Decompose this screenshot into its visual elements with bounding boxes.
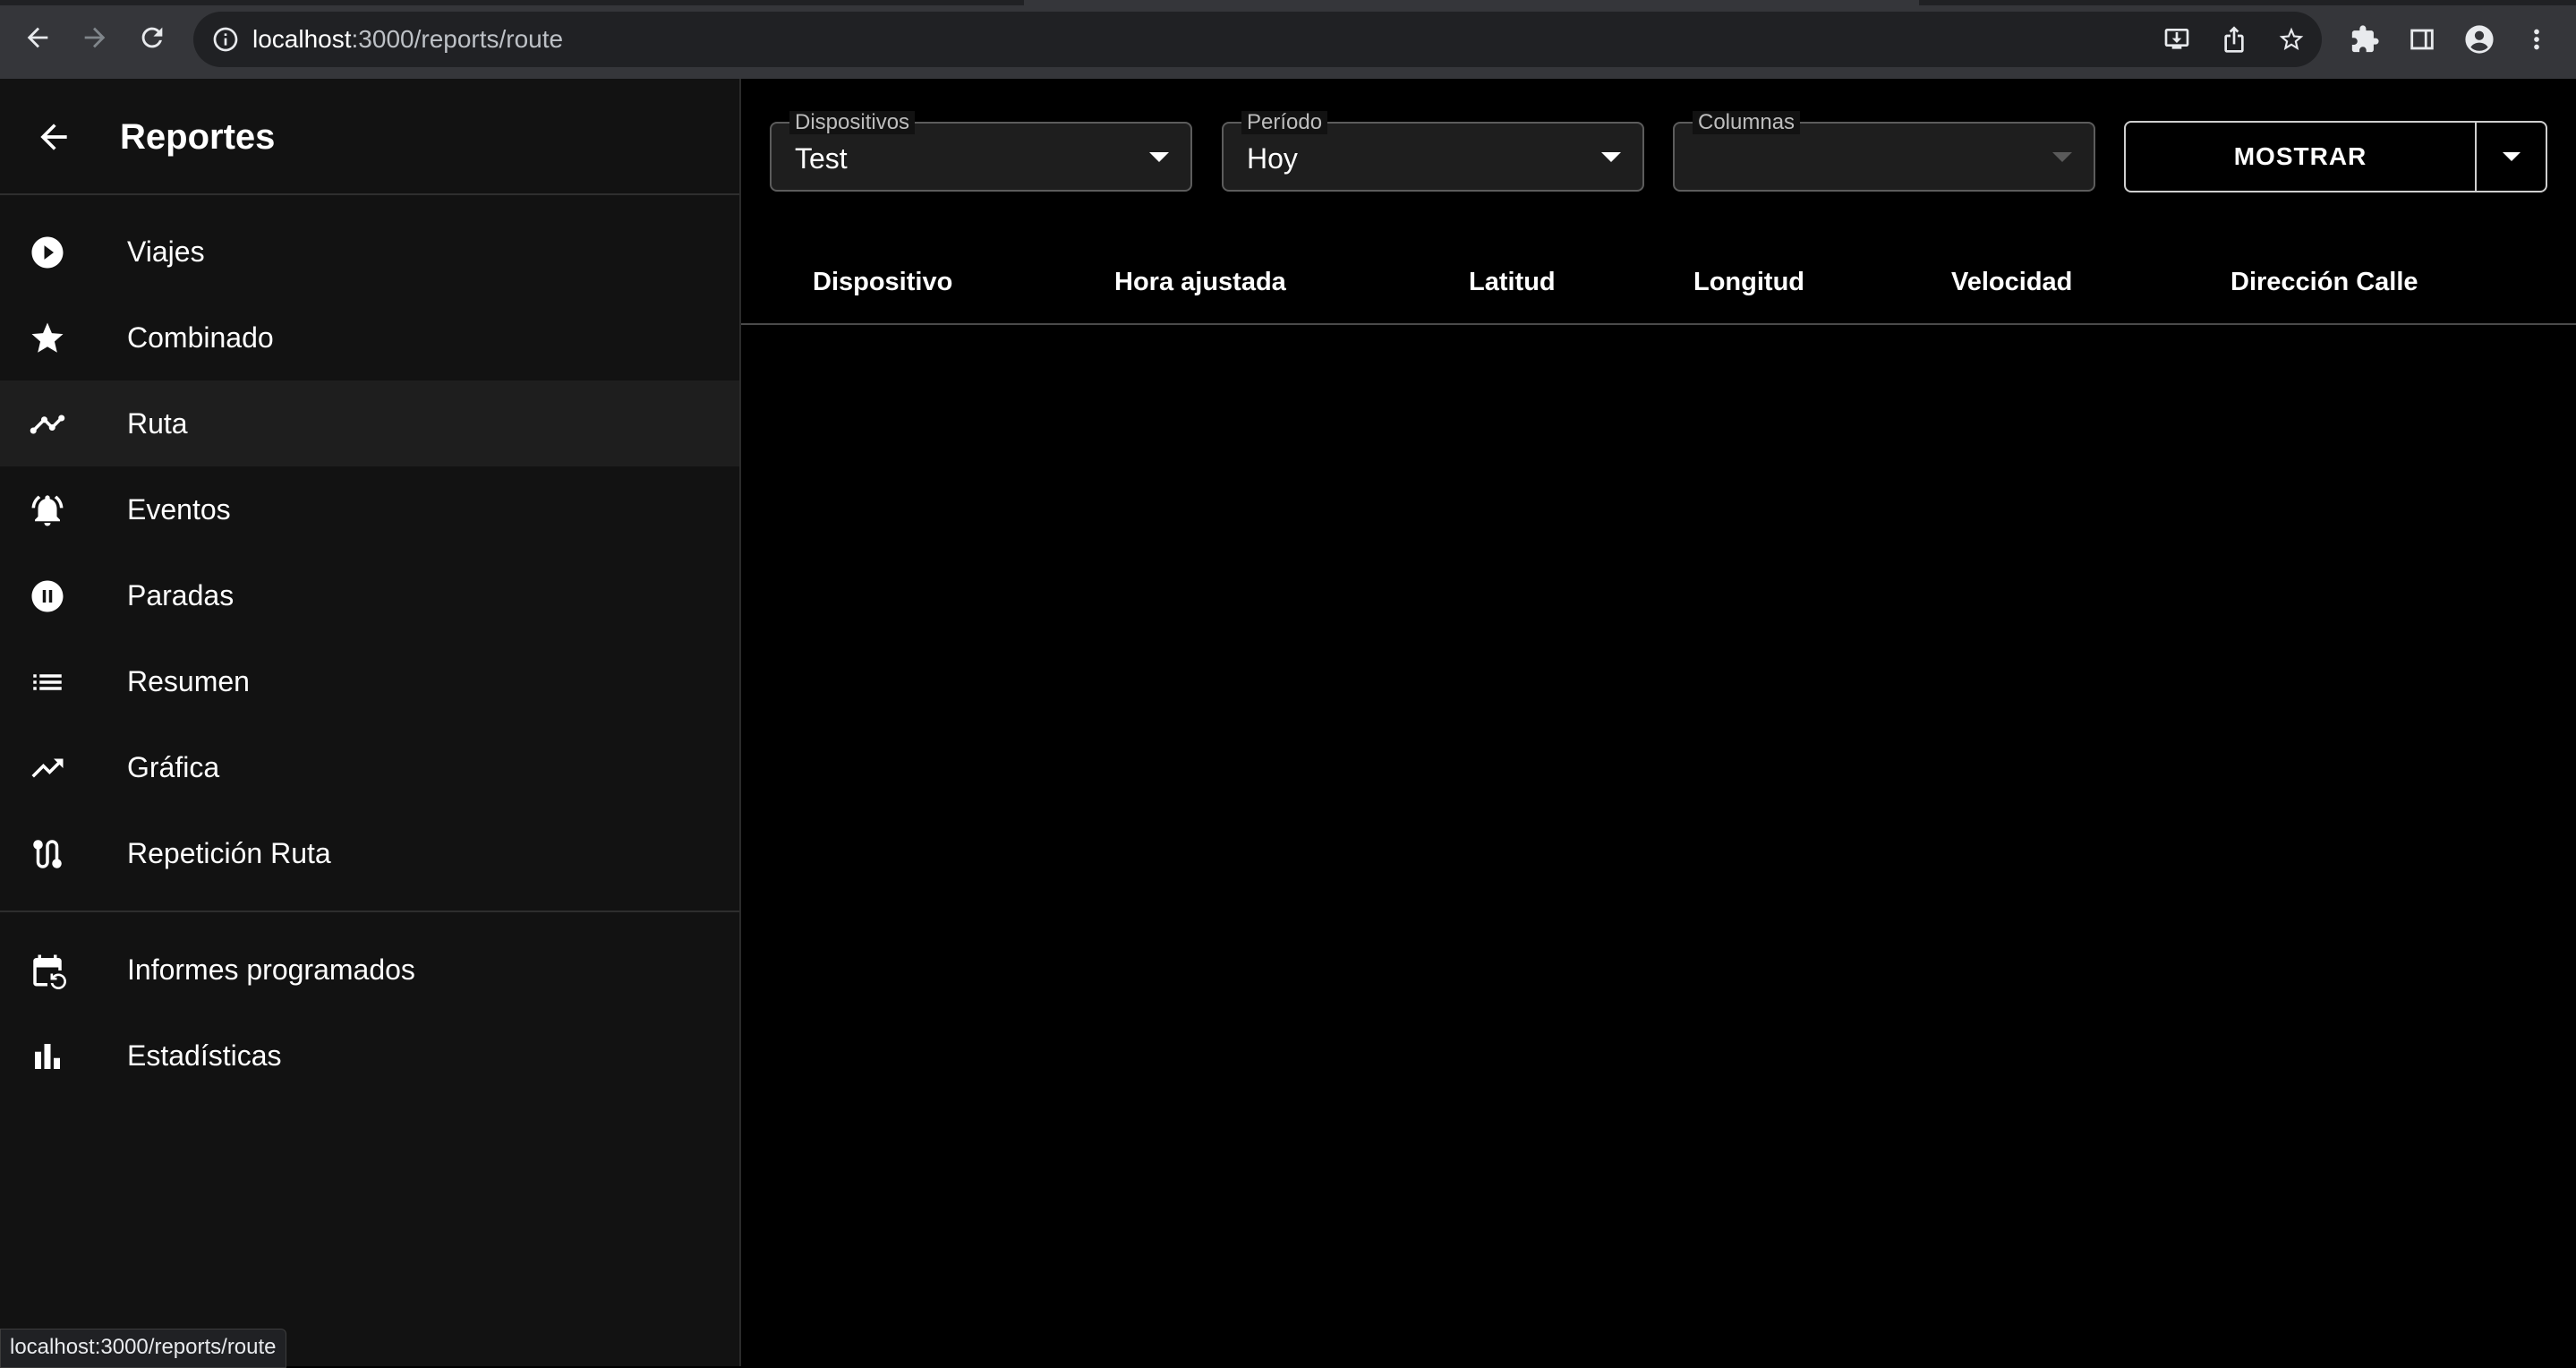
dropdown-arrow-icon [1601, 152, 1621, 162]
sidebar-item-label: Repetición Ruta [127, 837, 331, 869]
sidebar-item-resumen[interactable]: Resumen [0, 638, 739, 724]
reports-sidebar: Reportes Viajes Combinado Ruta Eventos P… [0, 79, 741, 1366]
column-header-longitud[interactable]: Longitud [1693, 267, 1804, 297]
install-app-icon[interactable] [2162, 25, 2191, 54]
column-header-dispositivo[interactable]: Dispositivo [813, 267, 952, 297]
period-label: Período [1241, 111, 1328, 134]
sidebar-divider [0, 911, 739, 912]
active-tab[interactable] [1024, 0, 1919, 5]
star-icon [29, 320, 66, 357]
format-list-icon [29, 663, 66, 701]
bookmark-star-icon[interactable] [2277, 25, 2306, 54]
event-repeat-icon [29, 952, 66, 989]
devices-value: Test [795, 142, 848, 175]
columns-select[interactable]: Columnas [1673, 111, 2095, 192]
sidebar-item-grafica[interactable]: Gráfica [0, 724, 739, 810]
sidebar-item-estadisticas[interactable]: Estadísticas [0, 1013, 739, 1099]
column-header-hora-ajustada[interactable]: Hora ajustada [1114, 267, 1286, 297]
show-split-button: MOSTRAR [2124, 121, 2547, 192]
bar-chart-icon [29, 1038, 66, 1075]
columns-label: Columnas [1693, 111, 1801, 134]
menu-dots-icon[interactable] [2519, 21, 2555, 57]
forward-icon[interactable] [77, 20, 113, 56]
period-value: Hoy [1247, 142, 1298, 175]
sidebar-item-informes-programados[interactable]: Informes programados [0, 927, 739, 1013]
sidebar-item-paradas[interactable]: Paradas [0, 552, 739, 638]
period-select[interactable]: Período Hoy [1222, 111, 1644, 192]
sidebar-header: Reportes [0, 79, 739, 195]
reload-icon[interactable] [134, 20, 170, 56]
column-header-latitud[interactable]: Latitud [1469, 267, 1556, 297]
show-button[interactable]: MOSTRAR [2126, 123, 2477, 191]
tab-strip [0, 0, 2576, 5]
side-panel-icon[interactable] [2404, 21, 2440, 57]
browser-toolbar: localhost:3000/reports/route [0, 0, 2576, 79]
sidebar-item-label: Paradas [127, 579, 235, 611]
share-icon[interactable] [2220, 25, 2248, 54]
dropdown-arrow-icon [2502, 152, 2521, 161]
sidebar-item-label: Combinado [127, 321, 274, 354]
address-bar[interactable]: localhost:3000/reports/route [193, 12, 2322, 67]
route-icon [29, 835, 66, 873]
trending-up-icon [29, 749, 66, 787]
report-content: Dispositivos Test Período Hoy Columnas M… [741, 79, 2576, 1366]
timeline-icon [29, 406, 66, 443]
sidebar-item-label: Viajes [127, 235, 205, 268]
site-info-icon[interactable] [211, 25, 240, 54]
show-options-button[interactable] [2477, 123, 2546, 191]
sidebar-item-repeticion-ruta[interactable]: Repetición Ruta [0, 810, 739, 896]
url-host: localhost [252, 25, 352, 53]
reports-menu: Viajes Combinado Ruta Eventos Paradas Re… [0, 209, 739, 896]
column-header-velocidad[interactable]: Velocidad [1951, 267, 2072, 297]
devices-select[interactable]: Dispositivos Test [770, 111, 1192, 192]
table-header: Dispositivo Hora ajustada Latitud Longit… [741, 238, 2576, 325]
sidebar-item-ruta[interactable]: Ruta [0, 380, 739, 466]
column-header-direccion-calle[interactable]: Dirección Calle [2231, 267, 2418, 297]
url-path: :3000/reports/route [351, 25, 564, 53]
url-text: localhost:3000/reports/route [252, 24, 563, 55]
sidebar-item-label: Informes programados [127, 953, 415, 986]
sidebar-item-eventos[interactable]: Eventos [0, 466, 739, 552]
sidebar-item-label: Resumen [127, 665, 250, 697]
play-circle-icon [29, 234, 66, 271]
sidebar-item-viajes[interactable]: Viajes [0, 209, 739, 295]
extensions-icon[interactable] [2347, 21, 2383, 57]
sidebar-item-label: Ruta [127, 407, 188, 440]
devices-label: Dispositivos [789, 111, 916, 134]
notifications-active-icon [29, 492, 66, 529]
sidebar-item-label: Estadísticas [127, 1039, 282, 1072]
sidebar-item-combinado[interactable]: Combinado [0, 295, 739, 380]
dropdown-arrow-icon [1149, 152, 1169, 162]
pause-circle-icon [29, 577, 66, 615]
sidebar-item-label: Gráfica [127, 751, 220, 783]
sidebar-title: Reportes [120, 117, 276, 157]
sidebar-item-label: Eventos [127, 493, 231, 526]
back-icon[interactable] [20, 20, 55, 56]
status-bar-url: localhost:3000/reports/route [0, 1329, 286, 1368]
arrow-back-icon[interactable] [34, 117, 73, 157]
dropdown-arrow-icon [2052, 152, 2072, 162]
profile-icon[interactable] [2461, 21, 2497, 57]
reports-secondary-menu: Informes programados Estadísticas [0, 927, 739, 1099]
